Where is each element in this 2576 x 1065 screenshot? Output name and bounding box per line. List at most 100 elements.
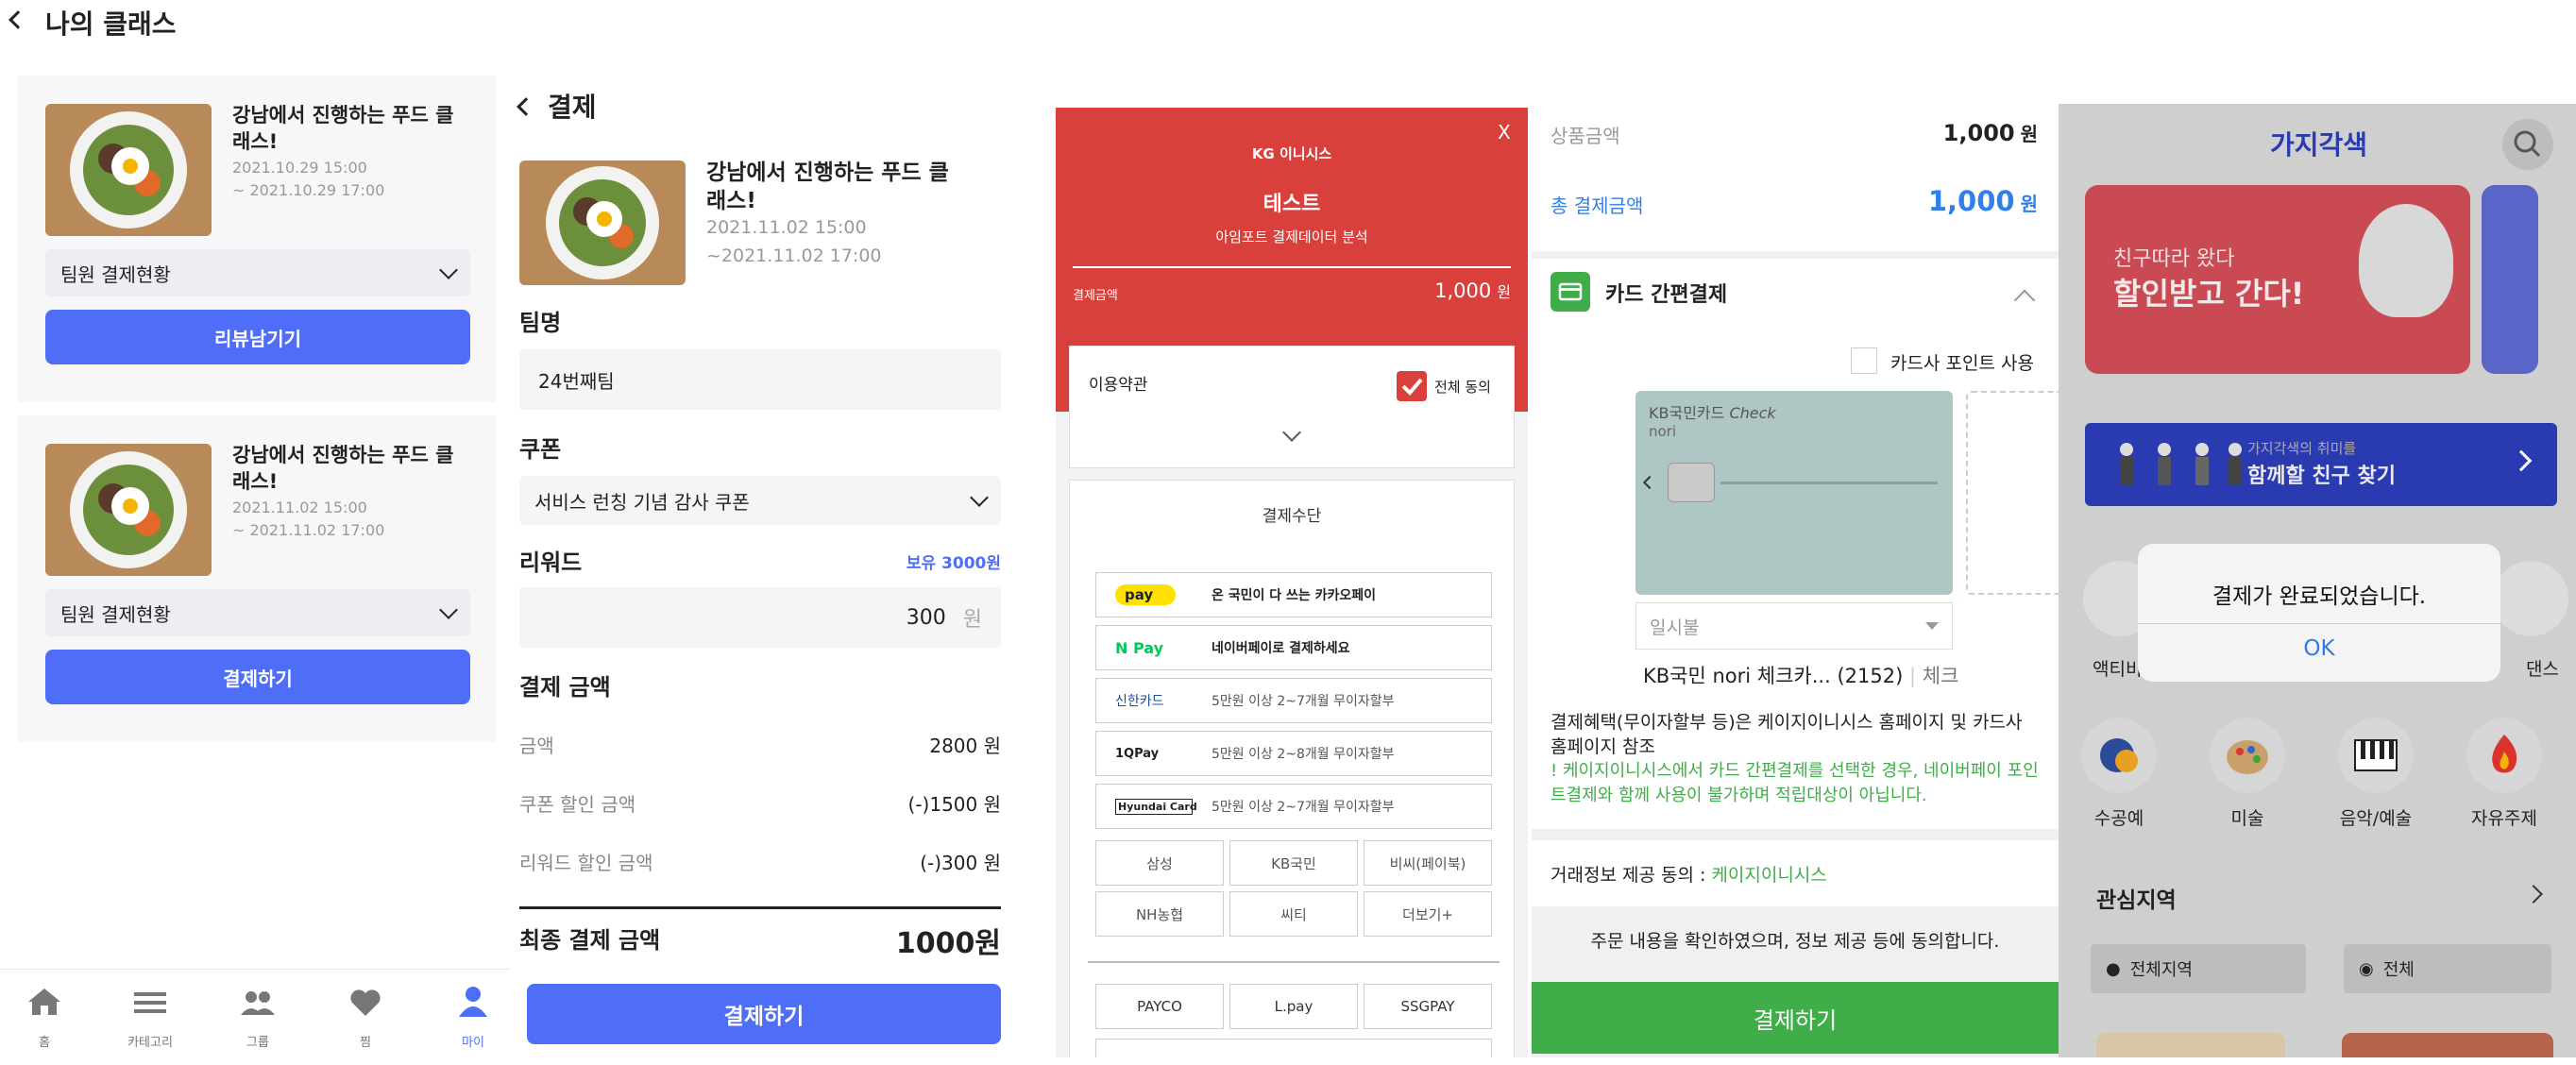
promo-banner[interactable]: 친구따라 왔다 할인받고 간다! — [2085, 185, 2470, 374]
class-card: 강남에서 진행하는 푸드 클래스! 2021.10.29 15:00 ~ 202… — [17, 76, 497, 402]
art-icon[interactable] — [2210, 718, 2285, 793]
banner-illustration — [2359, 204, 2453, 317]
pay-button[interactable]: 결제하기 — [45, 650, 470, 704]
nav-group[interactable]: 그룹 — [223, 979, 293, 1055]
bank-nh[interactable]: NH농협 — [1095, 891, 1224, 937]
panel-card-easy-pay: 상품금액 1,000 원 총 결제금액 1,000 원 카드 간편결제 카드사 포인… — [1532, 102, 2059, 1057]
bank-bc[interactable]: 비씨(페이북) — [1364, 840, 1492, 886]
bank-samsung[interactable]: 삼성 — [1095, 840, 1224, 886]
class-start-time: 2021.11.02 15:00 — [706, 217, 867, 238]
promo-banner-next[interactable] — [2482, 185, 2538, 374]
nav-my[interactable]: 마이 — [438, 979, 508, 1055]
partial-row — [1095, 1039, 1492, 1057]
team-payment-status-dropdown[interactable]: 팀원 결제현황 — [45, 589, 470, 636]
divider — [2138, 623, 2500, 624]
chevron-down-icon[interactable] — [1282, 423, 1301, 442]
class-start-time: 2021.11.02 15:00 — [232, 499, 367, 516]
card-image[interactable]: KB국민카드 Check nori — [1635, 391, 1953, 595]
agree-all-checkbox[interactable] — [1397, 371, 1427, 401]
back-icon[interactable] — [517, 97, 535, 116]
kakaopay-option[interactable]: pay 온 국민이 다 쓰는 카카오페이 — [1095, 572, 1492, 617]
category-dance-icon[interactable] — [2493, 561, 2568, 636]
location-pin-icon: ● — [2106, 958, 2121, 979]
friend-big-text: 함께할 친구 찾기 — [2247, 465, 2396, 488]
search-icon[interactable] — [2502, 119, 2553, 170]
1qpay-logo: 1QPay — [1115, 746, 1160, 761]
card-brand: KB국민카드 Check — [1649, 404, 1776, 422]
naverpay-option[interactable]: N Pay 네이버페이로 결제하세요 — [1095, 625, 1492, 670]
agree-all-label: 전체 동의 — [1434, 379, 1491, 396]
bank-more[interactable]: 더보기+ — [1364, 891, 1492, 937]
write-review-button[interactable]: 리뷰남기기 — [45, 310, 470, 364]
class-thumbnail — [519, 161, 686, 285]
nav-category[interactable]: 카테고리 — [115, 979, 185, 1055]
back-icon[interactable] — [8, 10, 27, 29]
friend-small-text: 가지각색의 취미를 — [2247, 440, 2357, 457]
next-card-placeholder[interactable] — [1966, 391, 2059, 595]
category-partial-right: 댄스 — [2526, 659, 2559, 680]
nav-home[interactable]: 홈 — [9, 979, 79, 1055]
1qpay-option[interactable]: 1QPay 5만원 이상 2~8개월 무이자할부 — [1095, 731, 1492, 776]
category-partial-left: 액티비 — [2093, 659, 2143, 680]
benefit-text: 결제혜택(무이자할부 등)은 케이지이니시스 홈페이지 및 카드사 홈페이지 참… — [1551, 712, 2023, 757]
caret-down-icon — [1925, 622, 1939, 630]
page-title: 나의 클래스 — [45, 8, 177, 40]
bank-kb[interactable]: KB국민 — [1229, 840, 1358, 886]
shinhan-card-logo: 신한카드 — [1115, 694, 1164, 709]
hyundai-card-option[interactable]: Hyundai Card 5만원 이상 2~7개월 무이자할부 — [1095, 784, 1492, 829]
easypay-lpay[interactable]: L.pay — [1229, 984, 1358, 1029]
shinhan-card-option[interactable]: 신한카드 5만원 이상 2~7개월 무이자할부 — [1095, 678, 1492, 723]
music-icon[interactable] — [2338, 718, 2414, 793]
chevron-left-icon[interactable] — [1642, 475, 1657, 490]
team-name-label: 팀명 — [519, 310, 562, 336]
class-thumb-partial[interactable] — [2342, 1033, 2553, 1057]
category-label: 미술 — [2230, 808, 2264, 829]
reward-label: 리워드 — [519, 549, 583, 576]
warning-text: ! 케이지이니시스에서 카드 간편결제를 선택한 경우, 네이버페이 포인트결제… — [1551, 761, 2039, 805]
team-payment-status-dropdown[interactable]: 팀원 결제현황 — [45, 249, 470, 296]
product-amount-label: 상품금액 — [1551, 125, 1620, 147]
class-end-time: ~ 2021.10.29 17:00 — [232, 181, 385, 199]
panel-app-home: 가지각색 친구따라 왔다 할인받고 간다! 가지각색의 취미를 함께할 친구 찾… — [2059, 104, 2576, 1057]
merchant-subtitle: 아임포트 결제데이터 분석 — [1215, 228, 1368, 245]
class-thumb-partial[interactable] — [2096, 1033, 2285, 1057]
class-title: 강남에서 진행하는 푸드 클래스! — [706, 161, 949, 213]
kakaopay-logo: pay — [1115, 584, 1176, 605]
total-amount-label: 총 결제금액 — [1551, 194, 1644, 217]
easypay-payco[interactable]: PAYCO — [1095, 984, 1224, 1029]
friend-banner[interactable]: 가지각색의 취미를 함께할 친구 찾기 — [2085, 423, 2557, 506]
price-label: 금액 — [519, 735, 554, 757]
reward-discount-value: (-)300 원 — [920, 852, 1001, 874]
terms-label: 이용약관 — [1089, 376, 1148, 395]
alert-ok-button[interactable]: OK — [2138, 636, 2500, 661]
installment-dropdown[interactable]: 일시불 — [1635, 602, 1953, 650]
free-topic-icon[interactable] — [2466, 718, 2542, 793]
checkout-pay-button[interactable]: 결제하기 — [527, 984, 1001, 1044]
green-pay-button[interactable]: 결제하기 — [1532, 982, 2059, 1054]
close-icon[interactable]: X — [1498, 121, 1511, 144]
point-use-checkbox[interactable] — [1851, 347, 1877, 374]
consent-link[interactable]: 케이지이니시스 — [1711, 865, 1826, 886]
coupon-label: 쿠폰 — [519, 436, 562, 463]
bank-citi[interactable]: 씨티 — [1229, 891, 1358, 937]
coupon-dropdown[interactable]: 서비스 런칭 기념 감사 쿠폰 — [519, 476, 1001, 525]
alert-message: 결제가 완료되었습니다. — [2212, 584, 2427, 609]
class-start-time: 2021.10.29 15:00 — [232, 159, 367, 177]
category-label: 수공예 — [2093, 808, 2144, 829]
app-logo: 가지각색 — [2270, 129, 2368, 161]
easypay-ssgpay[interactable]: SSGPAY — [1364, 984, 1492, 1029]
class-thumbnail — [45, 444, 212, 576]
reward-input[interactable]: 300 원 — [519, 587, 1001, 648]
type-filter[interactable]: ◉ 전체 — [2344, 944, 2551, 993]
region-filter[interactable]: ● 전체지역 — [2091, 944, 2306, 993]
nav-wishlist[interactable]: 찜 — [330, 979, 400, 1055]
product-amount-value: 1,000 원 — [1942, 120, 2038, 146]
final-amount-label: 최종 결제 금액 — [519, 927, 661, 954]
team-name-field[interactable]: 24번째팀 — [519, 349, 1001, 410]
globe-icon: ◉ — [2359, 958, 2374, 979]
chevron-right-icon[interactable] — [2524, 885, 2543, 904]
naverpay-logo: N Pay — [1115, 638, 1163, 657]
payment-amount-title: 결제 금액 — [519, 674, 611, 701]
page-title: 결제 — [548, 92, 597, 123]
craft-icon[interactable] — [2081, 718, 2157, 793]
